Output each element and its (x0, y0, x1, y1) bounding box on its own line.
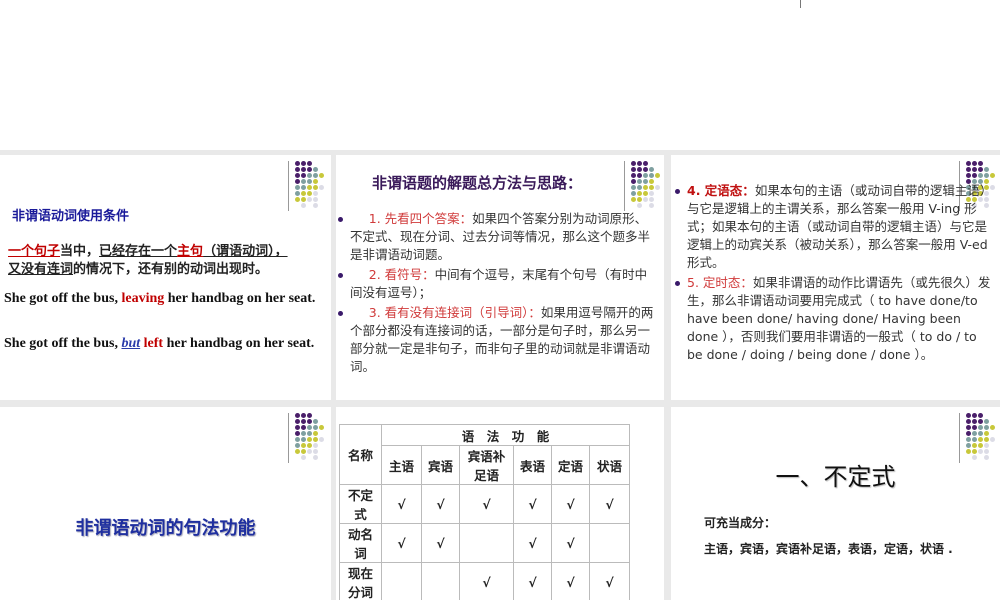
check-mark-cell: √ (551, 562, 590, 600)
table-row: 不定式 √ √ √ √ √ √ (339, 484, 630, 524)
check-mark-cell: √ (459, 562, 514, 600)
check-mark-cell: √ (551, 523, 590, 563)
text-span: 的情况下，还有别的动词出现时。 (73, 262, 269, 277)
text-span: her handbag on her seat. (164, 291, 316, 306)
name-header: 名称 (339, 424, 382, 485)
text-span: She got off the bus, (4, 291, 122, 306)
list-item: 3. 看有没有连接词（引导词）：如果用逗号隔开的两个部分都没有连接词的话，一部分… (338, 304, 658, 376)
dots-decoration-icon (288, 413, 328, 465)
text-cursor (800, 0, 801, 8)
column-header: 宾语 (421, 445, 460, 485)
slide-title: 非谓语题的解题总方法与思路： (372, 174, 583, 192)
text-span: left (143, 336, 164, 351)
slide-heading: 非谓语动词使用条件 (12, 209, 130, 224)
blank-area (0, 0, 1000, 150)
text-span: 当中， (60, 244, 100, 259)
text-span: She got off the bus, (4, 336, 122, 351)
check-mark-cell: √ (589, 484, 630, 524)
components-text: 主语，宾语，宾语补足语，表语，定语，状语 . (704, 542, 953, 556)
slide-thumbnail-6[interactable]: 一、不定式 可充当成分： 主语，宾语，宾语补足语，表语，定语，状语 . (671, 407, 1000, 600)
check-mark-cell (381, 562, 422, 600)
dots-decoration-icon (288, 161, 328, 213)
column-header: 状语 (589, 445, 630, 485)
table-row: 现在分词 √ √ √ √ (339, 562, 630, 600)
check-mark-cell (421, 562, 460, 600)
column-header: 宾语补足语 (459, 445, 514, 485)
slide-sorter-grid: 非谓语动词使用条件 一个句子当中，已经存在一个主句（谓语动词）， 又没有连词的情况… (0, 150, 1000, 600)
check-mark-cell: √ (551, 484, 590, 524)
check-mark-cell: √ (421, 484, 460, 524)
item-label: 3. 看有没有连接词（引导词）： (368, 305, 541, 320)
slide-title: 非谓语动词的句法功能 (75, 518, 256, 539)
row-name: 现在分词 (339, 562, 382, 600)
slide-thumbnail-3[interactable]: 4. 定语态：如果本句的主语（或动词自带的逻辑主语）与它是逻辑上的主谓关系，那么… (671, 155, 1000, 400)
example-sentence-2: She got off the bus, but left her handba… (4, 335, 324, 353)
slide-thumbnail-4[interactable]: 非谓语动词的句法功能 (0, 407, 331, 600)
subtitle-text: 可充当成分： (704, 516, 777, 530)
column-header: 表语 (513, 445, 552, 485)
text-span: （谓语动词）， (203, 244, 288, 259)
check-mark-cell: √ (513, 562, 552, 600)
table-row: 动名词 √ √ √ √ (339, 523, 630, 563)
grammar-function-table: 名称语 法 功 能 主语 宾语 宾语补足语 表语 定语 状语 不定式 √ √ √ √ √ √ 动名词 √ √… (339, 424, 630, 600)
column-header: 定语 (551, 445, 590, 485)
item-label: 1. 先看四个答案： (368, 211, 473, 226)
condition-text: 一个句子当中，已经存在一个主句（谓语动词）， 又没有连词的情况下，还有别的动词出现… (8, 243, 288, 279)
row-name: 动名词 (339, 523, 382, 563)
example-sentence-1: She got off the bus, leaving her handbag… (4, 290, 324, 308)
slide-thumbnail-5[interactable]: 名称语 法 功 能 主语 宾语 宾语补足语 表语 定语 状语 不定式 √ √ √ √ √ √ 动名词 √ √… (336, 407, 664, 600)
check-mark-cell: √ (513, 484, 552, 524)
text-span: 一个句子 (8, 244, 61, 259)
check-mark-cell (459, 523, 514, 563)
slide-thumbnail-2[interactable]: 非谓语题的解题总方法与思路： 1. 先看四个答案：如果四个答案分别为动词原形、不… (336, 155, 664, 400)
list-item: 4. 定语态：如果本句的主语（或动词自带的逻辑主语）与它是逻辑上的主谓关系，那么… (675, 182, 995, 272)
item-label: 4. 定语态： (687, 183, 755, 198)
check-mark-cell: √ (381, 484, 422, 524)
text-span: leaving (121, 291, 165, 306)
slide-thumbnail-1[interactable]: 非谓语动词使用条件 一个句子当中，已经存在一个主句（谓语动词）， 又没有连词的情况… (0, 155, 331, 400)
item-label: 2. 看符号： (368, 267, 435, 282)
check-mark-cell: √ (421, 523, 460, 563)
text-span: 已经存在一个 (99, 244, 178, 259)
check-mark-cell: √ (589, 562, 630, 600)
list-item: 1. 先看四个答案：如果四个答案分别为动词原形、不定式、现在分词、过去分词等情况… (338, 210, 658, 264)
check-mark-cell: √ (381, 523, 422, 563)
check-mark-cell (589, 523, 630, 563)
dots-decoration-icon (624, 161, 664, 213)
check-mark-cell: √ (513, 523, 552, 563)
group-header: 语 法 功 能 (381, 424, 630, 446)
row-name: 不定式 (339, 484, 382, 524)
slide-title: 一、不定式 (775, 463, 896, 491)
text-span: her handbag on her seat. (163, 336, 315, 351)
text-span: 又没有连词 (8, 262, 74, 277)
list-item: 5. 定时态：如果非谓语的动作比谓语先（或先很久）发生，那么非谓语动词要用完成式… (675, 274, 995, 364)
list-item: 2. 看符号：中间有个逗号，末尾有个句号（有时中间没有逗号）； (338, 266, 658, 302)
method-list: 1. 先看四个答案：如果四个答案分别为动词原形、不定式、现在分词、过去分词等情况… (338, 210, 658, 378)
method-list: 4. 定语态：如果本句的主语（或动词自带的逻辑主语）与它是逻辑上的主谓关系，那么… (675, 182, 995, 366)
column-header: 主语 (381, 445, 422, 485)
check-mark-cell: √ (459, 484, 514, 524)
text-span: but (121, 336, 141, 351)
text-span: 主句 (177, 244, 204, 259)
item-label: 5. 定时态： (687, 275, 753, 290)
